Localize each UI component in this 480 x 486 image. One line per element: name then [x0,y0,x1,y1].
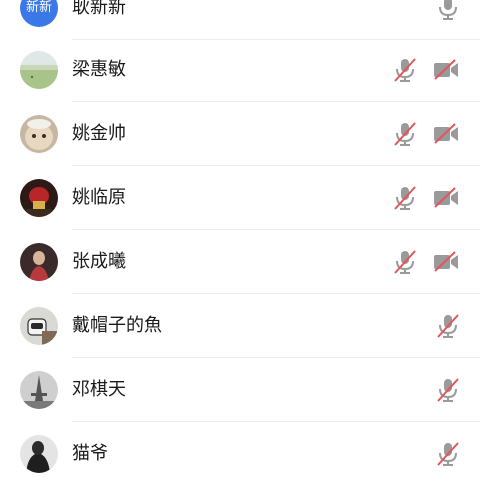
camera-off-icon[interactable] [432,121,460,147]
muted-microphone-icon[interactable] [391,249,419,275]
avatar [20,371,58,409]
participant-name: 姚金帅 [72,123,126,144]
participant-row[interactable]: 梁惠敏 [0,38,480,102]
participant-row[interactable]: 姚金帅 [0,102,480,166]
participant-name: 耿新新 [72,0,126,18]
participant-name: 邓棋天 [72,379,126,400]
participant-row[interactable]: 新新 耿新新 [0,0,480,40]
muted-microphone-icon[interactable] [434,377,462,403]
avatar-text: 新新 [25,0,52,15]
muted-microphone-icon[interactable] [391,57,419,83]
muted-microphone-icon[interactable] [434,313,462,339]
participant-name: 张成曦 [72,251,126,272]
microphone-icon[interactable] [434,0,462,21]
muted-microphone-icon[interactable] [434,441,462,467]
muted-microphone-icon[interactable] [391,185,419,211]
camera-off-icon[interactable] [432,185,460,211]
avatar [20,243,58,281]
participant-name: 梁惠敏 [72,59,126,80]
avatar [20,51,58,89]
avatar [20,115,58,153]
camera-off-icon[interactable] [432,249,460,275]
participant-name: 姚临原 [72,187,126,208]
muted-microphone-icon[interactable] [391,121,419,147]
participant-row[interactable]: 戴帽子的魚 [0,294,480,358]
participant-row[interactable]: 张成曦 [0,230,480,294]
participant-row[interactable]: 邓棋天 [0,358,480,422]
camera-off-icon[interactable] [432,57,460,83]
avatar [20,179,58,217]
participant-name: 戴帽子的魚 [72,315,162,336]
avatar: 新新 [20,0,58,27]
participant-row[interactable]: 姚临原 [0,166,480,230]
participant-list: 新新 耿新新 梁惠敏 姚金帅 姚临原 张成曦 戴帽子的魚 邓棋天 猫爷 [0,0,480,480]
avatar [20,307,58,345]
avatar [20,435,58,473]
participant-name: 猫爷 [72,443,108,464]
participant-row[interactable]: 猫爷 [0,422,480,486]
